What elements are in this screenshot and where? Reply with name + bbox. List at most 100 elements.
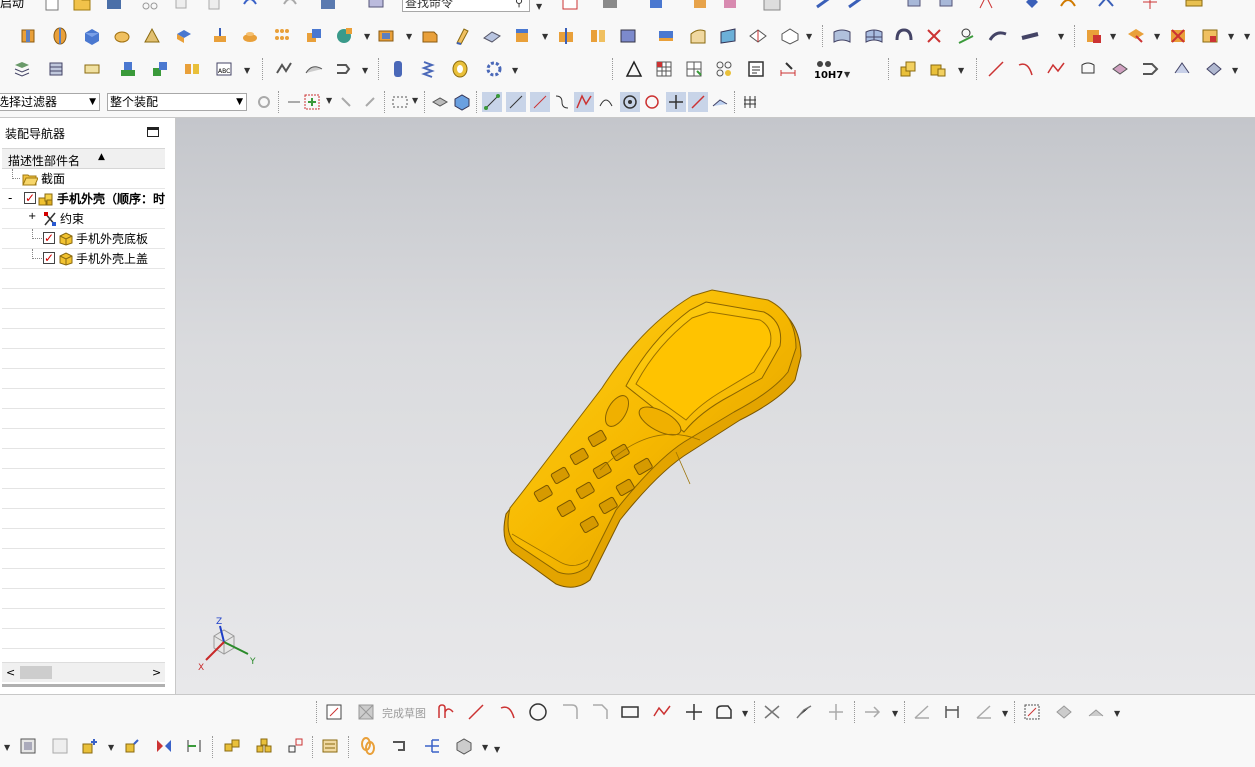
paste-icon[interactable] [204,0,224,12]
cut-icon[interactable] [140,0,160,12]
split-body-icon[interactable] [556,26,576,46]
sew-icon[interactable] [618,26,638,46]
route-icon[interactable] [390,736,410,756]
collapse-toggle[interactable]: - [8,191,12,205]
triangle-symbol-icon[interactable] [624,59,644,79]
show-constraints-icon[interactable] [1022,702,1042,722]
clearance-analysis-icon[interactable] [454,736,474,756]
subtract-icon[interactable] [334,26,354,46]
deselect-icon[interactable] [336,92,356,112]
snap-existing-point-icon[interactable] [666,92,686,112]
snap-arc-center-icon[interactable] [574,92,594,112]
point-constructor-icon[interactable] [302,92,322,112]
swept-icon[interactable] [894,26,914,46]
alternate-solution-icon[interactable] [1086,702,1106,722]
graphics-viewport[interactable]: Z Y X [176,118,1255,694]
studio-surface-icon[interactable] [956,26,976,46]
angular-dimension-icon[interactable] [974,702,994,722]
blend-dropdown-caret[interactable]: ▼ [1058,32,1064,41]
maximize-panel-button[interactable] [147,127,159,137]
assembly-constraint-icon[interactable] [184,736,204,756]
component-add-icon[interactable] [928,59,948,79]
curvature-icon[interactable] [1096,0,1116,12]
sheet-icon[interactable] [688,26,708,46]
arc-icon[interactable] [1016,59,1036,79]
surface-icon[interactable] [832,26,852,46]
point-dropdown-caret[interactable]: ▼ [326,96,332,105]
draft-icon[interactable] [452,26,472,46]
pattern-icon[interactable] [272,26,292,46]
scrollbar-thumb[interactable] [20,666,52,679]
work-part-icon[interactable] [50,736,70,756]
tree-row-bottom-part[interactable]: ✓ 手机外壳底板 [2,229,165,249]
snap-endpoint-icon[interactable] [482,92,502,112]
open-folder-icon[interactable] [72,0,92,12]
geometric-constraint-icon[interactable] [862,702,882,722]
table-icon[interactable] [654,59,674,79]
shell-dropdown-caret[interactable]: ▼ [406,32,412,41]
wave-link-icon[interactable] [1084,26,1104,46]
column-header[interactable]: 描述性部件名 ▲ [2,148,165,169]
profile-icon[interactable] [436,702,456,722]
variational-sweep-icon[interactable] [304,59,324,79]
grid-toggle-icon[interactable] [740,92,760,112]
search-dropdown-caret[interactable]: ▼ [536,2,542,11]
layer-stack-icon[interactable] [46,59,66,79]
line-icon[interactable] [986,59,1006,79]
intersection-curve-icon[interactable] [1140,59,1160,79]
extract-curve-icon[interactable] [1204,59,1224,79]
polyline-icon[interactable] [652,702,672,722]
styled-sweep-icon[interactable] [988,26,1008,46]
sketch-icon[interactable] [324,702,344,722]
scroll-right-arrow[interactable]: > [152,666,161,679]
scroll-left-arrow[interactable]: < [6,666,15,679]
make-corner-icon[interactable] [826,702,846,722]
promote-dropdown-caret[interactable]: ▼ [1154,32,1160,41]
project-curve-icon[interactable] [1110,59,1130,79]
replace-dropdown-caret[interactable]: ▼ [1228,32,1234,41]
promote-body-icon[interactable] [1126,26,1146,46]
sort-ascending-icon[interactable]: ▲ [98,152,105,162]
window-icon[interactable] [366,0,386,12]
point-icon[interactable] [684,702,704,722]
redo-icon[interactable] [280,0,300,12]
abc-text-icon[interactable]: ABC [214,59,234,79]
select-dropdown-caret[interactable]: ▼ [412,96,418,105]
hole-icon[interactable] [210,26,230,46]
horizontal-scrollbar[interactable]: < > [2,662,165,682]
tube-icon[interactable] [334,59,354,79]
select-adjacent-icon[interactable] [360,92,380,112]
boss-icon[interactable] [240,26,260,46]
assembly-scope-select[interactable]: 整个装配 ▼ [107,93,247,111]
tolerance-dropdown-caret[interactable]: ▼ [844,70,850,79]
note-icon[interactable] [746,59,766,79]
move-component-icon[interactable] [118,59,138,79]
selection-filter-select[interactable]: 选择过滤器 ▼ [0,93,100,111]
tree-row-section[interactable]: 截面 [2,169,165,189]
text-dropdown-caret[interactable]: ▼ [244,66,250,75]
swept-feature-icon[interactable] [274,59,294,79]
checkbox-checked[interactable]: ✓ [24,192,36,204]
grid-plus-icon[interactable] [684,59,704,79]
filter-settings-icon[interactable] [254,92,274,112]
checkbox-checked[interactable]: ✓ [43,252,55,264]
ruler-icon[interactable] [1184,0,1204,12]
mirror-assembly-icon[interactable] [154,736,174,756]
view-orient-icon[interactable] [814,0,834,12]
undo-icon[interactable] [240,0,260,12]
snap-quadrant-icon[interactable] [620,92,640,112]
sequence-icon[interactable] [320,736,340,756]
start-menu[interactable]: 启动 [0,0,24,11]
spring-icon[interactable] [418,59,438,79]
constraint-dropdown-caret[interactable]: ▼ [892,709,898,718]
gear-dropdown-caret[interactable]: ▼ [512,66,518,75]
unite-icon[interactable] [304,26,324,46]
tree-row-top-cover[interactable]: ✓ 手机外壳上盖 [2,249,165,269]
snap-point-on-curve-icon[interactable] [688,92,708,112]
wireframe-box-icon[interactable] [780,26,800,46]
layer-icon[interactable] [904,0,924,12]
dimension-icon[interactable] [912,702,932,722]
background-color-icon[interactable] [762,0,782,12]
shaded-solid-icon[interactable] [600,0,620,12]
save-as-icon[interactable] [318,0,338,12]
